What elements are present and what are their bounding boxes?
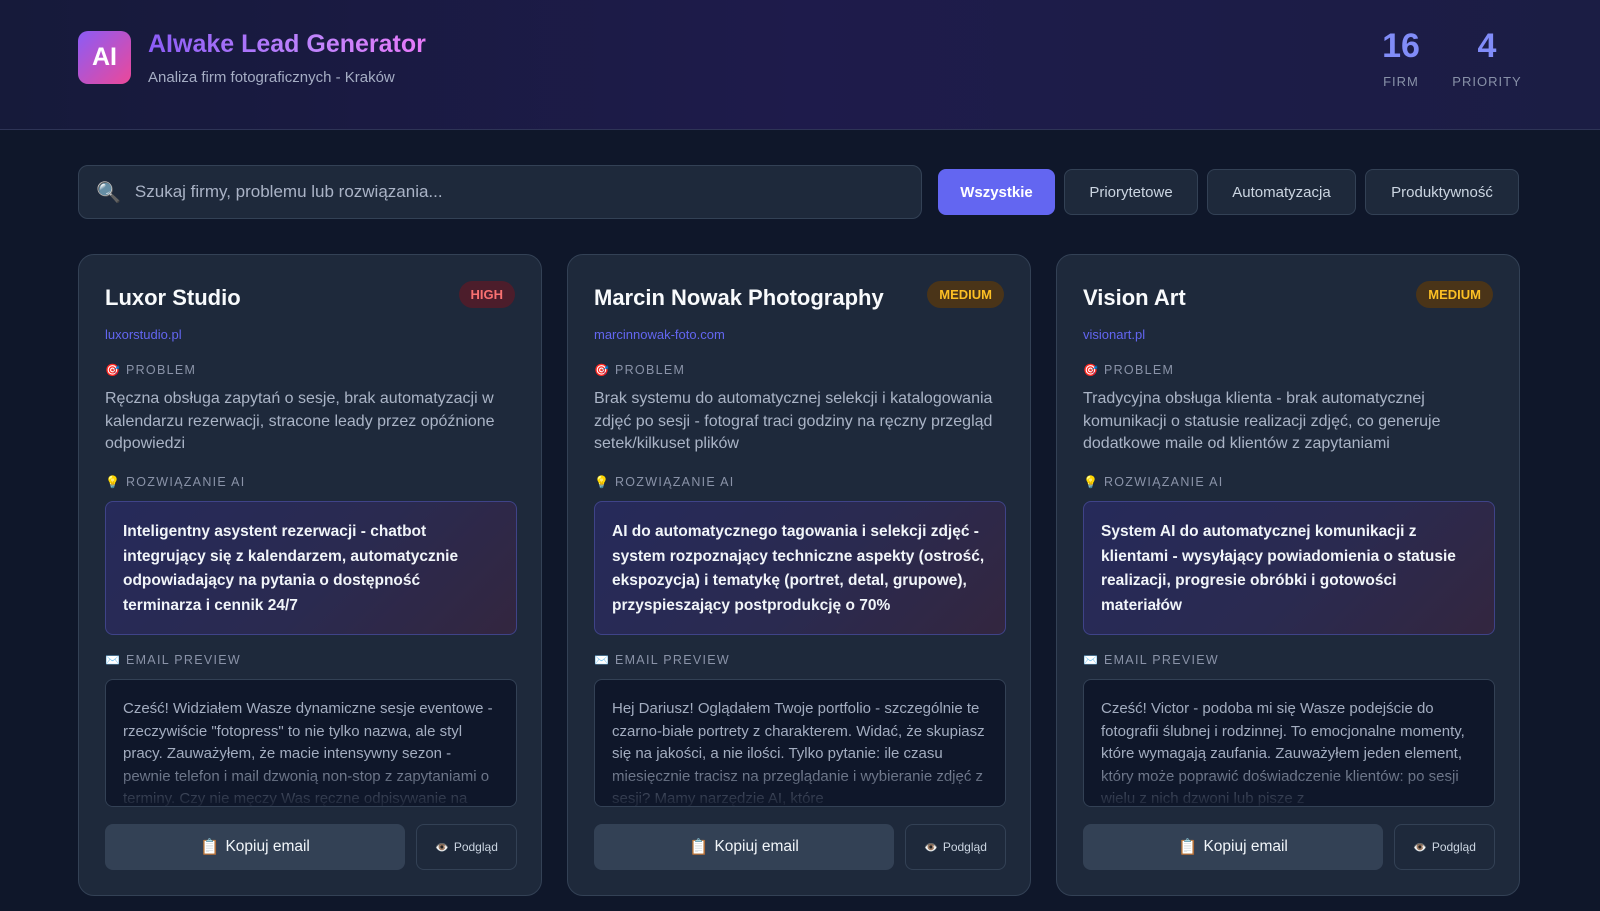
stat-priority-label: PRIORITY (1452, 74, 1522, 89)
email-preview-text: Hej Dariusz! Oglądałem Twoje portfolio -… (612, 700, 985, 807)
company-url[interactable]: luxorstudio.pl (105, 327, 182, 342)
email-label-text: EMAIL PREVIEW (125, 653, 242, 667)
solution-label-text: ROZWIĄZANIE AI (614, 475, 735, 489)
eye-icon: 👁️ (435, 841, 449, 854)
copy-email-button[interactable]: 📋 Kopiuj email (105, 824, 405, 870)
email-preview-text: Cześć! Victor - podoba mi się Wasze pode… (1101, 700, 1465, 807)
problem-label-text: PROBLEM (1103, 363, 1175, 377)
preview-label: Podgląd (1431, 840, 1476, 854)
problem-label: 🎯 PROBLEM (105, 363, 196, 377)
app-title: AIwake Lead Generator (148, 30, 426, 58)
copy-email-button[interactable]: 📋 Kopiuj email (1083, 824, 1383, 870)
solution-text: System AI do automatycznej komunikacji z… (1083, 501, 1495, 635)
envelope-icon: ✉️ (1083, 653, 1098, 667)
eye-icon: 👁️ (924, 841, 938, 854)
solution-label: 💡 ROZWIĄZANIE AI (1083, 475, 1224, 489)
solution-label: 💡 ROZWIĄZANIE AI (105, 475, 246, 489)
envelope-icon: ✉️ (594, 653, 609, 667)
magnifier-icon: 🔍 (96, 181, 121, 204)
preview-button[interactable]: 👁️ Podgląd (416, 824, 517, 870)
copy-email-label: Kopiuj email (225, 838, 310, 855)
problem-label: 🎯 PROBLEM (1083, 363, 1174, 377)
priority-badge: HIGH (458, 281, 515, 308)
email-label-text: EMAIL PREVIEW (614, 653, 731, 667)
stat-firm-label: FIRM (1383, 74, 1419, 89)
filter-automatyzacja[interactable]: Automatyzacja (1207, 169, 1356, 215)
problem-text: Ręczna obsługa zapytań o sesje, brak aut… (105, 390, 495, 452)
copy-email-label: Kopiuj email (1203, 838, 1288, 855)
email-label-text: EMAIL PREVIEW (1103, 653, 1220, 667)
lightbulb-icon: 💡 (105, 475, 120, 489)
email-label: ✉️ EMAIL PREVIEW (594, 653, 730, 667)
preview-button[interactable]: 👁️ Podgląd (905, 824, 1006, 870)
envelope-icon: ✉️ (105, 653, 120, 667)
preview-label: Podgląd (942, 840, 987, 854)
problem-label-text: PROBLEM (125, 363, 197, 377)
company-name: Vision Art (1083, 285, 1186, 310)
app-subtitle: Analiza firm fotograficznych - Kraków (148, 69, 395, 86)
clipboard-icon: 📋 (1178, 838, 1198, 856)
problem-label: 🎯 PROBLEM (594, 363, 685, 377)
target-icon: 🎯 (1083, 363, 1098, 377)
email-preview-text: Cześć! Widziałem Wasze dynamiczne sesje … (123, 700, 493, 807)
problem-label-text: PROBLEM (614, 363, 686, 377)
preview-button[interactable]: 👁️ Podgląd (1394, 824, 1495, 870)
email-preview[interactable]: Hej Dariusz! Oglądałem Twoje portfolio -… (594, 679, 1006, 807)
preview-label: Podgląd (453, 840, 498, 854)
search-input[interactable] (134, 182, 895, 202)
priority-badge: MEDIUM (1416, 281, 1493, 308)
solution-text: AI do automatycznego tagowania i selekcj… (594, 501, 1006, 635)
lead-card: Marcin Nowak Photography MEDIUM marcinno… (567, 254, 1031, 896)
clipboard-icon: 📋 (200, 838, 220, 856)
company-url[interactable]: marcinnowak-foto.com (594, 327, 725, 342)
email-label: ✉️ EMAIL PREVIEW (105, 653, 241, 667)
target-icon: 🎯 (594, 363, 609, 377)
stat-priority: 4 PRIORITY (1450, 26, 1524, 89)
problem-text: Tradycyjna obsługa klienta - brak automa… (1083, 390, 1441, 452)
eye-icon: 👁️ (1413, 841, 1427, 854)
filter-wszystkie[interactable]: Wszystkie (938, 169, 1055, 215)
company-name: Luxor Studio (105, 285, 241, 310)
app-logo: AI (78, 31, 131, 84)
search-bar[interactable]: 🔍 (78, 165, 922, 219)
stat-priority-value: 4 (1477, 27, 1497, 65)
lead-card: Luxor Studio HIGH luxorstudio.pl 🎯 PROBLE… (78, 254, 542, 896)
company-name: Marcin Nowak Photography (594, 285, 884, 310)
filter-produktywnosc[interactable]: Produktywność (1365, 169, 1519, 215)
email-label: ✉️ EMAIL PREVIEW (1083, 653, 1219, 667)
filter-priorytetowe[interactable]: Priorytetowe (1064, 169, 1198, 215)
lead-card: Vision Art MEDIUM visionart.pl 🎯 PROBLEM … (1056, 254, 1520, 896)
lightbulb-icon: 💡 (594, 475, 609, 489)
copy-email-button[interactable]: 📋 Kopiuj email (594, 824, 894, 870)
solution-label: 💡 ROZWIĄZANIE AI (594, 475, 735, 489)
solution-label-text: ROZWIĄZANIE AI (125, 475, 246, 489)
lightbulb-icon: 💡 (1083, 475, 1098, 489)
stat-firm-value: 16 (1382, 27, 1420, 65)
email-preview[interactable]: Cześć! Victor - podoba mi się Wasze pode… (1083, 679, 1495, 807)
solution-text: Inteligentny asystent rezerwacji - chatb… (105, 501, 517, 635)
email-preview[interactable]: Cześć! Widziałem Wasze dynamiczne sesje … (105, 679, 517, 807)
header: AI AIwake Lead Generator Analiza firm fo… (0, 0, 1600, 130)
copy-email-label: Kopiuj email (714, 838, 799, 855)
clipboard-icon: 📋 (689, 838, 709, 856)
solution-label-text: ROZWIĄZANIE AI (1103, 475, 1224, 489)
problem-text: Brak systemu do automatycznej selekcji i… (594, 390, 993, 452)
company-url[interactable]: visionart.pl (1083, 327, 1145, 342)
priority-badge: MEDIUM (927, 281, 1004, 308)
target-icon: 🎯 (105, 363, 120, 377)
stat-firm: 16 FIRM (1374, 26, 1428, 89)
